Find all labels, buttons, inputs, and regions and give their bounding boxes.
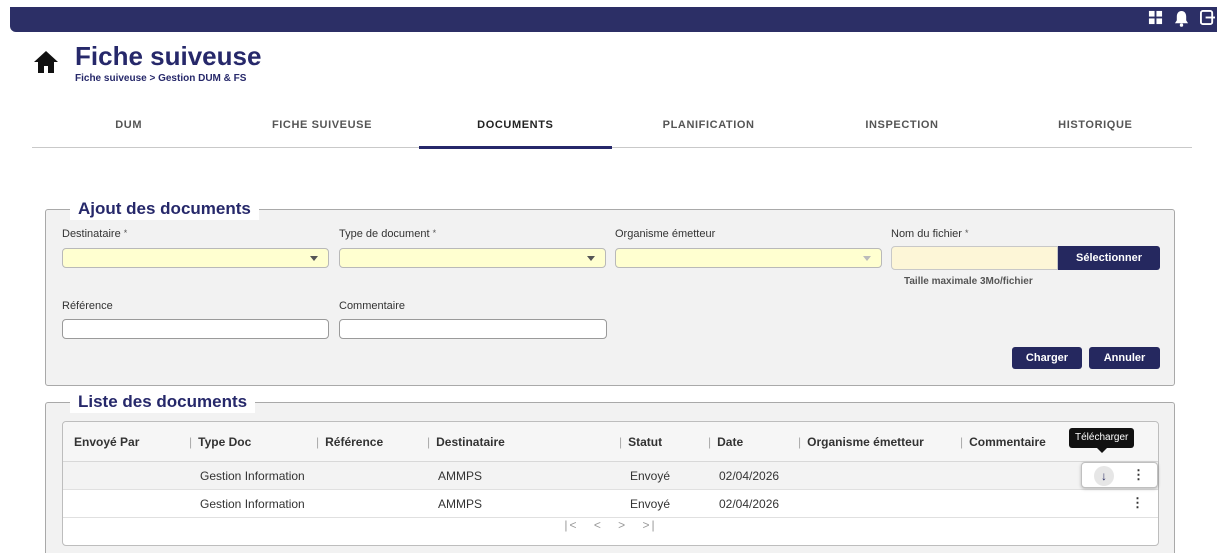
cell-type-doc: Gestion Information (200, 469, 305, 483)
max-size-hint: Taille maximale 3Mo/fichier (904, 276, 1033, 287)
last-page-button[interactable]: >| (643, 518, 657, 532)
cell-statut: Envoyé (630, 469, 671, 483)
required-mark: * (123, 228, 128, 238)
tab-planification[interactable]: PLANIFICATION (612, 108, 805, 147)
reference-label: Référence (62, 300, 113, 312)
add-documents-legend: Ajout des documents (70, 198, 259, 220)
cell-destinataire: AMMPS (438, 469, 483, 483)
download-icon[interactable]: ↓ (1094, 466, 1114, 486)
destinataire-label: Destinataire * (62, 228, 127, 240)
file-name-field[interactable] (891, 246, 1058, 270)
breadcrumb[interactable]: Fiche suiveuse > Gestion DUM & FS (75, 73, 246, 84)
select-file-button[interactable]: Sélectionner (1058, 246, 1160, 270)
column-header-commentaire[interactable]: | Commentaire (960, 435, 1046, 449)
next-page-button[interactable]: > (618, 518, 627, 532)
table-row[interactable]: Gestion Information AMMPS Envoyé 02/04/2… (63, 490, 1158, 518)
required-mark: * (432, 228, 437, 238)
column-header-date[interactable]: | Date (708, 435, 743, 449)
table-header: Envoyé Par | Type Doc | Référence | Destina… (63, 422, 1158, 462)
page-title: Fiche suiveuse (75, 41, 262, 71)
column-header-type-doc[interactable]: | Type Doc (189, 435, 251, 449)
destinataire-select[interactable] (62, 248, 329, 268)
download-tooltip: Télécharger (1069, 428, 1135, 453)
documents-list-legend: Liste des documents (70, 391, 256, 413)
type-document-label-text: Type de document (339, 228, 430, 240)
bell-icon[interactable] (1174, 10, 1189, 27)
column-separator: | (798, 435, 802, 449)
column-separator: | (189, 435, 193, 449)
column-header-label: Organisme émetteur (807, 435, 924, 449)
tab-inspection[interactable]: INSPECTION (805, 108, 998, 147)
cell-type-doc: Gestion Information (200, 497, 305, 511)
cell-statut: Envoyé (630, 497, 671, 511)
destinataire-label-text: Destinataire (62, 228, 121, 240)
first-page-button[interactable]: |< (564, 518, 578, 532)
commentaire-label: Commentaire (339, 300, 406, 312)
chevron-down-icon (587, 256, 595, 261)
column-header-label: Commentaire (969, 435, 1046, 449)
more-vert-icon[interactable]: ⋮ (1132, 467, 1145, 483)
column-header-reference[interactable]: | Référence (316, 435, 383, 449)
nom-fichier-label: Nom du fichier * (891, 228, 969, 240)
organisme-emetteur-select[interactable] (615, 248, 882, 268)
type-document-label: Type de document * (339, 228, 436, 240)
table-row[interactable]: Gestion Information AMMPS Envoyé 02/04/2… (63, 462, 1158, 490)
organisme-emetteur-label: Organisme émetteur (615, 228, 716, 240)
add-documents-panel: Ajout des documents Destinataire * Type … (45, 198, 1175, 386)
tab-documents[interactable]: DOCUMENTS (418, 108, 613, 149)
column-header-label: Référence (325, 435, 384, 449)
column-header-statut[interactable]: | Statut (619, 435, 662, 449)
column-header-label: Type Doc (198, 435, 252, 449)
home-icon[interactable] (33, 49, 59, 75)
prev-page-button[interactable]: < (594, 518, 603, 532)
nom-fichier-label-text: Nom du fichier (891, 228, 962, 240)
column-header-destinataire[interactable]: | Destinataire (427, 435, 505, 449)
pagination: |< < > >| (63, 518, 1158, 542)
charger-button[interactable]: Charger (1012, 347, 1082, 369)
tab-dum[interactable]: DUM (32, 108, 225, 147)
column-separator: | (708, 435, 712, 449)
documents-table: Envoyé Par | Type Doc | Référence | Destina… (62, 421, 1159, 546)
column-header-label: Envoyé Par (74, 435, 140, 449)
column-header-label: Destinataire (436, 435, 505, 449)
chevron-down-icon (310, 256, 318, 261)
documents-list-panel: Liste des documents Envoyé Par | Type Doc… (45, 391, 1175, 553)
column-header-label: Date (717, 435, 744, 449)
row-actions-menu: ↓ ⋮ (1081, 462, 1158, 488)
commentaire-input[interactable] (339, 319, 607, 339)
tab-fiche-suiveuse[interactable]: FICHE SUIVEUSE (225, 108, 418, 147)
column-separator: | (316, 435, 320, 449)
type-document-select[interactable] (339, 248, 606, 268)
exit-icon[interactable] (1200, 10, 1215, 25)
top-navbar (10, 7, 1217, 32)
column-separator: | (960, 435, 964, 449)
cell-date: 02/04/2026 (719, 497, 780, 511)
reference-input[interactable] (62, 319, 329, 339)
cell-date: 02/04/2026 (719, 469, 780, 483)
tab-bar: DUM FICHE SUIVEUSE DOCUMENTS PLANIFICATI… (32, 108, 1192, 149)
required-mark: * (964, 228, 969, 238)
more-vert-icon[interactable]: ⋮ (1131, 495, 1144, 511)
column-header-label: Statut (628, 435, 663, 449)
cell-destinataire: AMMPS (438, 497, 483, 511)
tab-historique[interactable]: HISTORIQUE (999, 108, 1192, 147)
column-separator: | (619, 435, 623, 449)
annuler-button[interactable]: Annuler (1089, 347, 1160, 369)
column-header-envoye-par[interactable]: Envoyé Par (74, 435, 139, 449)
chevron-down-icon (863, 256, 871, 261)
grid-icon[interactable] (1148, 10, 1163, 25)
column-header-organisme[interactable]: | Organisme émetteur (798, 435, 924, 449)
column-separator: | (427, 435, 431, 449)
